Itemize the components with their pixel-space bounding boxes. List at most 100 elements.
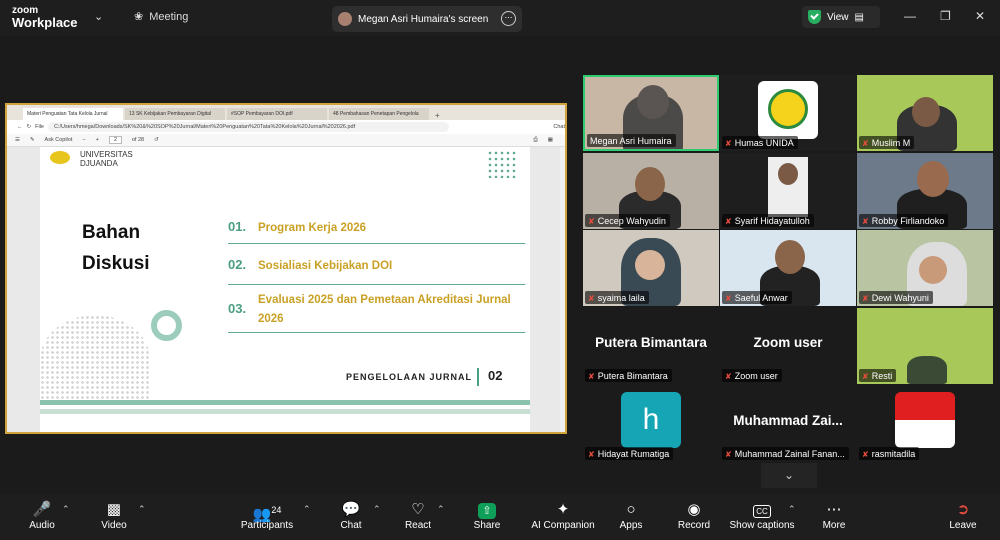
- browser-tab[interactable]: 48 Pembahasan Penetapan Pengelola: [329, 108, 429, 120]
- audio-button[interactable]: 🎤 Audio: [22, 500, 62, 531]
- highlight-icon[interactable]: ✎: [30, 137, 35, 143]
- video-off-icon: ▩: [106, 501, 122, 518]
- video-tile[interactable]: h ✘ Hidayat Rumatiga: [583, 386, 719, 462]
- participant-video: [907, 356, 947, 384]
- mic-muted-icon: ✘: [862, 138, 869, 148]
- university-name: UNIVERSITAS DJUANDA: [80, 150, 133, 168]
- close-icon[interactable]: ✕: [975, 9, 985, 23]
- video-tile[interactable]: ✘ Resti: [857, 308, 993, 384]
- participants-label: Participants: [240, 520, 294, 531]
- participant-video: [775, 240, 805, 274]
- video-tile[interactable]: ✘ Muslim M: [857, 75, 993, 151]
- more-button[interactable]: ⋯ More: [818, 500, 850, 531]
- participant-name-label: ✘ Saeful Anwar: [722, 291, 792, 304]
- participant-name-label: ✘ Resti: [859, 369, 897, 382]
- participant-name: Muhammad Zainal Fanan...: [734, 449, 845, 459]
- minimize-icon[interactable]: —: [904, 9, 916, 23]
- ai-companion-button[interactable]: ✦ AI Companion: [528, 500, 598, 531]
- agenda-text: Evaluasi 2025 dan Pemetaan Akreditasi Ju…: [258, 294, 511, 325]
- participant-name-label: ✘ Muhammad Zainal Fanan...: [722, 447, 849, 460]
- new-tab-icon[interactable]: +: [431, 111, 444, 120]
- participant-name-label: ✘ Zoom user: [722, 369, 782, 382]
- chevron-up-icon[interactable]: ⌃: [138, 504, 146, 515]
- captions-label: Show captions: [729, 520, 795, 531]
- video-tile[interactable]: ✘ syaima laila: [583, 230, 719, 306]
- participant-name-label: ✘ Dewi Wahyuni: [859, 291, 933, 304]
- more-options-icon[interactable]: ⋯: [501, 11, 516, 26]
- mic-muted-icon: ✘: [725, 216, 732, 226]
- share-button[interactable]: ⇧ Share: [470, 500, 504, 531]
- view-button[interactable]: View ▤: [802, 6, 880, 28]
- participants-button[interactable]: 👥24 Participants: [238, 500, 296, 531]
- chevron-up-icon[interactable]: ⌃: [788, 504, 796, 515]
- rotate-icon[interactable]: ↺: [154, 137, 159, 143]
- participant-name: Resti: [871, 371, 893, 381]
- browser-tab[interactable]: #SOP Pembayaran DOI.pdf: [227, 108, 327, 120]
- video-tile[interactable]: ✘ Robby Firliandoko: [857, 153, 993, 229]
- leave-icon: ➲: [956, 501, 970, 518]
- university-logo: [50, 151, 70, 164]
- video-tile[interactable]: ✘ Cecep Wahyudin: [583, 153, 719, 229]
- pdf-toolbar: ☰ ✎ Ask Copilot − + 2 of 28 ↺ ⎙ ▦: [7, 134, 565, 147]
- browser-tab[interactable]: 13 SK Kebijakan Pembayaran Digital: [125, 108, 225, 120]
- mic-muted-icon: ✘: [725, 449, 732, 459]
- screen-share-tab[interactable]: Megan Asri Humaira's screen ⋯: [332, 6, 522, 32]
- pdf-scrollbar[interactable]: [560, 147, 565, 432]
- leave-button[interactable]: ➲ Leave: [946, 500, 980, 531]
- chevron-down-icon[interactable]: ⌄: [94, 10, 103, 23]
- video-tile[interactable]: ✘ rasmitadila: [857, 386, 993, 462]
- participant-name: Syarif Hidayatulloh: [734, 216, 810, 226]
- mic-muted-icon: 🎤: [32, 501, 52, 518]
- chat-button[interactable]: 💬 Chat: [336, 500, 366, 531]
- video-tile[interactable]: ✘ Dewi Wahyuni: [857, 230, 993, 306]
- url-field[interactable]: C:/Users/hmega/Downloads/SK%20&%20SOP%20…: [47, 122, 450, 132]
- participant-name: Humas UNIDA: [734, 138, 794, 148]
- participant-video: [768, 157, 808, 217]
- chat-label[interactable]: Chat: [553, 124, 565, 130]
- view-label: View: [827, 11, 849, 23]
- video-tile[interactable]: Putera Bimantara ✘ Putera Bimantara: [583, 308, 719, 384]
- refresh-icon[interactable]: ↻: [27, 124, 32, 130]
- video-tile[interactable]: Megan Asri Humaira: [583, 75, 719, 151]
- video-tile[interactable]: Muhammad Zai... ✘ Muhammad Zainal Fanan..…: [720, 386, 856, 462]
- browser-tab[interactable]: Materi Penguatan Tata Kelola Jurnal: [23, 108, 123, 120]
- decorative-circle: [151, 310, 182, 341]
- record-icon: ◉: [687, 501, 701, 518]
- print-icon[interactable]: ⎙: [533, 137, 537, 144]
- sparkle-icon: ✦: [556, 501, 570, 518]
- participant-display-name: Putera Bimantara: [595, 335, 707, 350]
- university-line1: UNIVERSITAS: [80, 150, 133, 159]
- ask-copilot-button[interactable]: Ask Copilot: [45, 137, 73, 143]
- participant-video: [919, 256, 947, 284]
- chevron-up-icon[interactable]: ⌃: [303, 504, 311, 515]
- page-number-input[interactable]: 2: [108, 136, 122, 144]
- react-button[interactable]: ♡ React: [401, 500, 435, 531]
- chevron-up-icon[interactable]: ⌃: [437, 504, 445, 515]
- mic-muted-icon: ✘: [588, 216, 595, 226]
- record-button[interactable]: ◉ Record: [674, 500, 714, 531]
- video-tile[interactable]: Zoom user ✘ Zoom user: [720, 308, 856, 384]
- apps-label: Apps: [619, 520, 643, 531]
- chevron-down-icon[interactable]: ⌄: [761, 463, 817, 488]
- zoom-out-icon[interactable]: −: [82, 137, 85, 143]
- restore-icon[interactable]: ❐: [940, 9, 951, 23]
- mic-muted-icon: ✘: [725, 293, 732, 303]
- menu-icon[interactable]: ☰: [15, 137, 20, 143]
- agenda-item: 03. Evaluasi 2025 dan Pemetaan Akreditas…: [228, 291, 525, 333]
- decorative-dots: [487, 150, 517, 178]
- back-icon[interactable]: ←: [17, 124, 23, 130]
- apps-button[interactable]: ○ Apps: [616, 500, 646, 531]
- captions-button[interactable]: CC Show captions: [728, 500, 796, 531]
- video-tile[interactable]: ✘ Humas UNIDA: [720, 75, 856, 151]
- chat-label: Chat: [340, 520, 362, 531]
- video-button[interactable]: ▩ Video: [94, 500, 134, 531]
- chevron-up-icon[interactable]: ⌃: [62, 504, 70, 515]
- zoom-in-icon[interactable]: +: [96, 137, 99, 143]
- participant-name-label: Megan Asri Humaira: [587, 134, 676, 147]
- save-icon[interactable]: ▦: [548, 137, 553, 143]
- video-tile[interactable]: ✘ Saeful Anwar: [720, 230, 856, 306]
- meeting-button[interactable]: ❀ Meeting: [134, 10, 188, 24]
- video-tile[interactable]: ✘ Syarif Hidayatulloh: [720, 153, 856, 229]
- more-label: More: [822, 520, 846, 531]
- chevron-up-icon[interactable]: ⌃: [373, 504, 381, 515]
